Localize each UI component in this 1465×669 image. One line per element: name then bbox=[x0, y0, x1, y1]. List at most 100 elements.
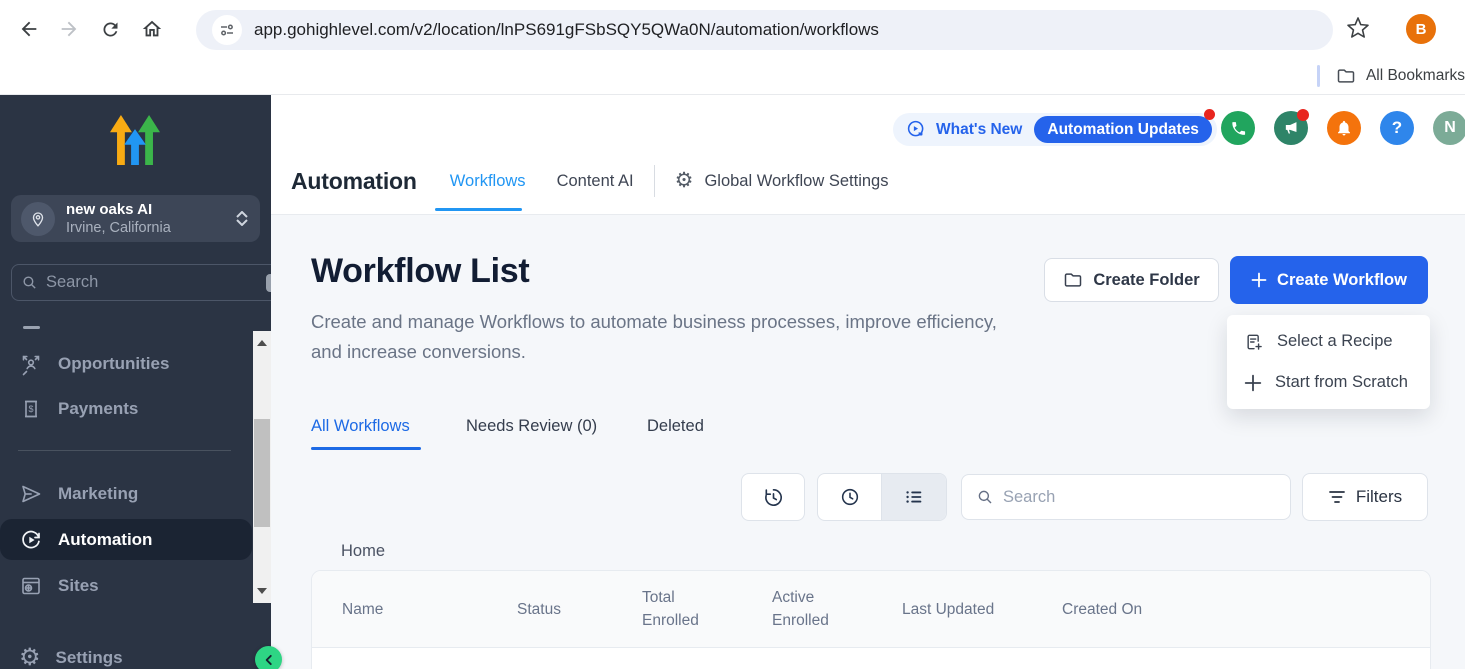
gear-icon: ⚙ bbox=[19, 646, 41, 669]
browser-forward-button[interactable] bbox=[52, 12, 86, 46]
create-folder-button[interactable]: Create Folder bbox=[1044, 258, 1219, 302]
breadcrumb-home[interactable]: Home bbox=[341, 542, 385, 561]
svg-text:$: $ bbox=[28, 404, 33, 414]
main-area: What's New Automation Updates bbox=[271, 95, 1465, 669]
site-info-icon[interactable] bbox=[212, 15, 242, 45]
execution-logs-button[interactable] bbox=[818, 474, 882, 520]
scrollbar-thumb[interactable] bbox=[254, 419, 270, 527]
column-header-last-updated: Last Updated bbox=[902, 598, 1062, 621]
plus-icon bbox=[1251, 272, 1267, 288]
sidebar-item-opportunities[interactable]: Opportunities bbox=[0, 342, 252, 386]
filter-icon bbox=[1328, 489, 1346, 505]
sidebar-item-marketing[interactable]: Marketing bbox=[0, 472, 252, 516]
global-workflow-settings-link[interactable]: ⚙ Global Workflow Settings bbox=[675, 169, 889, 193]
search-icon bbox=[21, 274, 38, 291]
location-pin-icon bbox=[21, 202, 55, 236]
column-header-total-enrolled: Total Enrolled bbox=[642, 586, 712, 632]
browser-toolbar: app.gohighlevel.com/v2/location/lnPS691g… bbox=[0, 0, 1465, 58]
announcement-icon bbox=[906, 119, 927, 140]
workflow-table: Name Status Total Enrolled Active Enroll… bbox=[311, 570, 1431, 669]
location-name: new oaks AI bbox=[66, 200, 236, 219]
sidebar-search-input[interactable] bbox=[46, 273, 266, 292]
table-row bbox=[312, 648, 1430, 669]
notification-dot bbox=[1204, 109, 1215, 120]
bell-icon bbox=[1335, 119, 1353, 137]
opportunities-icon bbox=[19, 352, 43, 376]
search-icon bbox=[976, 488, 994, 506]
active-tab-underline bbox=[435, 208, 522, 211]
marketing-icon bbox=[19, 482, 43, 506]
header-divider bbox=[654, 165, 655, 197]
location-texts: new oaks AI Irvine, California bbox=[66, 200, 236, 237]
payments-icon: $ bbox=[19, 397, 43, 421]
sidebar-collapse-button[interactable] bbox=[255, 646, 282, 669]
page-title: Automation bbox=[291, 168, 417, 195]
sidebar-item-sites[interactable]: Sites bbox=[0, 564, 252, 608]
view-toggle-group bbox=[817, 473, 947, 521]
chevron-left-icon bbox=[262, 653, 276, 667]
column-header-status: Status bbox=[517, 598, 642, 621]
automation-icon bbox=[19, 528, 43, 552]
table-header-row: Name Status Total Enrolled Active Enroll… bbox=[312, 571, 1430, 648]
scroll-down-arrow[interactable] bbox=[257, 588, 267, 594]
enrollment-history-button[interactable] bbox=[741, 473, 805, 521]
browser-back-button[interactable] bbox=[12, 12, 46, 46]
sidebar: new oaks AI Irvine, California ctrl K bbox=[0, 95, 271, 669]
phone-icon bbox=[1230, 120, 1247, 137]
recipe-icon bbox=[1244, 332, 1264, 352]
menu-item-select-recipe[interactable]: Select a Recipe bbox=[1227, 321, 1430, 362]
sidebar-item-settings[interactable]: ⚙ Settings bbox=[0, 636, 252, 669]
tab-deleted[interactable]: Deleted bbox=[647, 417, 704, 436]
whats-new-label[interactable]: What's New bbox=[936, 121, 1022, 139]
filters-button[interactable]: Filters bbox=[1302, 473, 1428, 521]
column-header-name: Name bbox=[342, 598, 517, 621]
all-bookmarks-label[interactable]: All Bookmarks bbox=[1366, 67, 1465, 85]
clock-icon bbox=[839, 486, 861, 508]
list-icon bbox=[903, 486, 925, 508]
tab-content-ai[interactable]: Content AI bbox=[557, 172, 634, 191]
browser-reload-button[interactable] bbox=[93, 12, 127, 46]
workflow-search-input[interactable] bbox=[1003, 488, 1276, 507]
gohighlevel-logo-icon bbox=[110, 109, 160, 171]
sidebar-divider bbox=[18, 450, 231, 451]
bookmarks-bar: All Bookmarks bbox=[0, 58, 1465, 94]
url-text[interactable]: app.gohighlevel.com/v2/location/lnPS691g… bbox=[254, 20, 879, 40]
whats-new-pill[interactable]: What's New Automation Updates bbox=[893, 113, 1217, 146]
browser-profile-avatar[interactable]: B bbox=[1406, 14, 1436, 44]
folder-icon bbox=[1063, 270, 1083, 290]
sidebar-scrollbar[interactable] bbox=[253, 331, 271, 603]
column-header-created-on: Created On bbox=[1062, 598, 1430, 621]
user-avatar[interactable]: N bbox=[1433, 111, 1465, 145]
location-chevrons-icon bbox=[236, 211, 248, 226]
plus-icon bbox=[1244, 374, 1262, 392]
phone-button[interactable] bbox=[1221, 111, 1255, 145]
sidebar-item-payments[interactable]: $ Payments bbox=[0, 387, 252, 431]
browser-chrome: app.gohighlevel.com/v2/location/lnPS691g… bbox=[0, 0, 1465, 95]
help-button[interactable]: ? bbox=[1380, 111, 1414, 145]
history-clock-icon bbox=[762, 486, 785, 509]
url-bar[interactable]: app.gohighlevel.com/v2/location/lnPS691g… bbox=[196, 10, 1333, 50]
announcements-button[interactable] bbox=[1274, 111, 1308, 145]
location-switcher[interactable]: new oaks AI Irvine, California bbox=[11, 195, 260, 242]
tab-needs-review[interactable]: Needs Review (0) bbox=[466, 417, 597, 436]
active-tab-underline bbox=[311, 447, 421, 450]
workflow-list-title: Workflow List bbox=[311, 252, 529, 291]
scroll-up-arrow[interactable] bbox=[257, 340, 267, 346]
workflow-list-description: Create and manage Workflows to automate … bbox=[311, 307, 1011, 367]
automation-updates-badge[interactable]: Automation Updates bbox=[1034, 116, 1212, 143]
partial-menu-item bbox=[23, 326, 40, 329]
tab-all-workflows[interactable]: All Workflows bbox=[311, 417, 410, 436]
create-workflow-button[interactable]: Create Workflow bbox=[1230, 256, 1428, 304]
sites-icon bbox=[19, 574, 43, 598]
folder-icon bbox=[1336, 66, 1356, 86]
workflow-search[interactable] bbox=[961, 474, 1291, 520]
location-city: Irvine, California bbox=[66, 219, 236, 237]
tab-workflows[interactable]: Workflows bbox=[450, 172, 526, 191]
list-view-button[interactable] bbox=[882, 474, 946, 520]
sidebar-item-automation[interactable]: Automation bbox=[0, 519, 252, 560]
menu-item-start-from-scratch[interactable]: Start from Scratch bbox=[1227, 362, 1430, 403]
create-workflow-dropdown: Select a Recipe Start from Scratch bbox=[1227, 315, 1430, 409]
bookmark-star-icon[interactable] bbox=[1346, 16, 1370, 40]
browser-home-button[interactable] bbox=[135, 12, 169, 46]
notifications-button[interactable] bbox=[1327, 111, 1361, 145]
